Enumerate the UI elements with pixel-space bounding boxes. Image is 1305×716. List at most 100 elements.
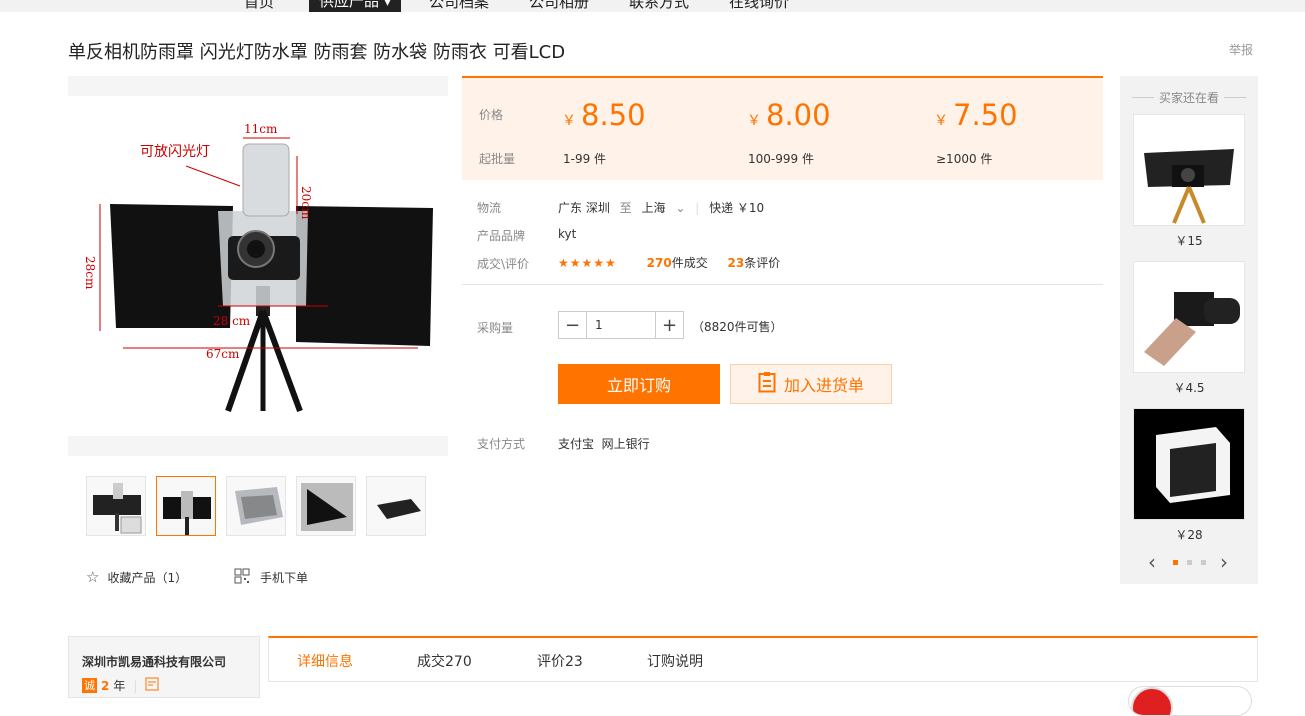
nav-products[interactable]: 供应产品 ▾	[309, 0, 402, 12]
thumbnail-3[interactable]	[226, 476, 286, 536]
nav-home[interactable]: 首页	[244, 0, 274, 12]
report-link[interactable]: 举报	[1229, 41, 1253, 58]
floating-widget[interactable]	[1128, 686, 1252, 716]
express-fee: 快递 ￥10	[709, 201, 765, 215]
label-28cm-horizontal: 28 cm	[213, 314, 251, 328]
qty-tier-2: 100-999 件	[748, 152, 814, 166]
years-count: 2	[101, 678, 110, 693]
nav-inquiry[interactable]: 在线询价	[729, 0, 789, 12]
chevron-down-icon: ⌄	[675, 201, 686, 215]
label-11cm: 11cm	[244, 122, 278, 136]
product-title: 单反相机防雨罩 闪光灯防水罩 防雨套 防水袋 防雨衣 可看LCD	[68, 42, 566, 63]
deal-row: ★★★★★ 270件成交 23条评价	[558, 254, 780, 271]
rating-stars: ★★★★★	[558, 256, 617, 270]
sidebar-item-2[interactable]	[1133, 261, 1245, 373]
ship-from: 广东 深圳	[558, 201, 610, 215]
reviews-text: 条评价	[744, 256, 781, 270]
tab-details[interactable]: 详细信息	[297, 651, 353, 671]
integrity-badge-icon: 诚	[82, 678, 97, 693]
add-to-cart-label: 加入进货单	[783, 376, 864, 395]
buy-now-button[interactable]: 立即订购	[558, 364, 720, 404]
reviews-link[interactable]: 23条评价	[728, 256, 781, 270]
destination-value: 上海	[641, 201, 666, 215]
sidebar-price-3: ￥28	[1175, 528, 1203, 542]
currency-symbol: ￥	[934, 113, 948, 129]
price-label: 价格	[479, 108, 504, 122]
price-tier-1: ￥ 8.50	[562, 98, 646, 132]
label-28cm-vertical: 28cm	[83, 256, 97, 290]
red-circle-icon	[1131, 687, 1173, 715]
payment-methods: 支付宝 网上银行	[558, 437, 650, 451]
available-stock: （8820件可售）	[692, 320, 783, 334]
star-outline-icon: ☆	[86, 568, 100, 586]
main-image-frame: 可放闪光灯 11cm 20cm 28cm 28 cm 67cm	[68, 76, 448, 456]
quantity-stepper: − 1 +	[558, 311, 684, 339]
quantity-label: 采购量	[477, 321, 514, 335]
tab-order-notes[interactable]: 订购说明	[647, 651, 703, 671]
pager-dot[interactable]	[1187, 560, 1192, 565]
reviews-count: 23	[727, 256, 745, 270]
nav-products-label: 供应产品	[319, 0, 380, 10]
sidebar-title: 买家还在看	[1120, 89, 1258, 106]
price-panel: 价格 起批量 ￥ 8.50 ￥ 8.00 ￥ 7.50 1-99 件 100-999 …	[462, 76, 1103, 180]
deals-link[interactable]: 270件成交	[647, 256, 708, 270]
currency-symbol: ￥	[747, 113, 761, 129]
sidebar-item-3[interactable]	[1133, 408, 1245, 520]
increase-button[interactable]: +	[656, 312, 683, 338]
decrease-button[interactable]: −	[559, 312, 586, 338]
price-tier-3: ￥ 7.50	[934, 98, 1018, 132]
chevron-right-icon[interactable]: ›	[1220, 550, 1228, 574]
thumbnail-4[interactable]	[296, 476, 356, 536]
min-order-label: 起批量	[479, 152, 516, 166]
label-20cm: 20cm	[299, 186, 313, 220]
price-value: 8.50	[581, 98, 646, 132]
qrcode-icon	[234, 568, 250, 587]
separator: |	[695, 201, 700, 215]
years-unit: 年	[113, 679, 126, 693]
certificate-icon[interactable]	[145, 677, 159, 694]
divider	[462, 284, 1103, 285]
nav-profile[interactable]: 公司档案	[429, 0, 489, 12]
sidebar-item-1[interactable]	[1133, 114, 1245, 226]
sidebar-price-1: ￥15	[1175, 234, 1203, 248]
brand-label: 产品品牌	[477, 229, 526, 243]
deals-text: 件成交	[671, 256, 708, 270]
add-to-cart-button[interactable]: 加入进货单	[730, 364, 892, 404]
mobile-order-label: 手机下单	[260, 571, 309, 585]
payment-label: 支付方式	[477, 437, 526, 451]
main-product-image[interactable]: 可放闪光灯 11cm 20cm 28cm 28 cm 67cm	[68, 96, 448, 436]
nav-contact[interactable]: 联系方式	[629, 0, 689, 12]
label-67cm: 67cm	[206, 347, 240, 361]
pager-dot-active[interactable]	[1173, 560, 1178, 565]
company-years: 诚 2 年 |	[82, 677, 159, 694]
quantity-input[interactable]: 1	[586, 312, 656, 338]
deal-label: 成交\评价	[477, 257, 530, 271]
thumbnail-1[interactable]	[86, 476, 146, 536]
currency-symbol: ￥	[562, 113, 576, 129]
price-tier-2: ￥ 8.00	[747, 98, 831, 132]
chevron-left-icon[interactable]: ‹	[1148, 550, 1156, 574]
separator: |	[133, 678, 138, 693]
mobile-order-button[interactable]: 手机下单	[234, 568, 308, 587]
thumbnail-2[interactable]	[156, 476, 216, 536]
company-name[interactable]: 深圳市凯易通科技有限公司	[82, 653, 226, 670]
nav-album[interactable]: 公司相册	[529, 0, 589, 12]
qty-tier-1: 1-99 件	[563, 152, 607, 166]
price-value: 7.50	[953, 98, 1018, 132]
thumbnail-5[interactable]	[366, 476, 426, 536]
logistics-row: 广东 深圳 至 上海 ⌄ | 快递 ￥10	[558, 199, 764, 216]
clipboard-icon	[758, 371, 776, 397]
tab-reviews[interactable]: 评价23	[537, 651, 583, 671]
destination-select[interactable]: 上海 ⌄	[642, 201, 686, 215]
tab-deals[interactable]: 成交270	[417, 651, 472, 671]
price-value: 8.00	[766, 98, 831, 132]
label-flash: 可放闪光灯	[140, 144, 210, 160]
pager-dot[interactable]	[1201, 560, 1206, 565]
to-word: 至	[619, 201, 632, 215]
logistics-label: 物流	[477, 201, 502, 215]
brand-value: kyt	[558, 227, 577, 241]
deals-count: 270	[646, 256, 672, 270]
favorite-button[interactable]: ☆ 收藏产品（1）	[86, 568, 187, 586]
qty-tier-3: ≥1000 件	[936, 152, 993, 166]
top-nav: 首页 供应产品 ▾ 公司档案 公司相册 联系方式 在线询价	[0, 0, 1305, 12]
